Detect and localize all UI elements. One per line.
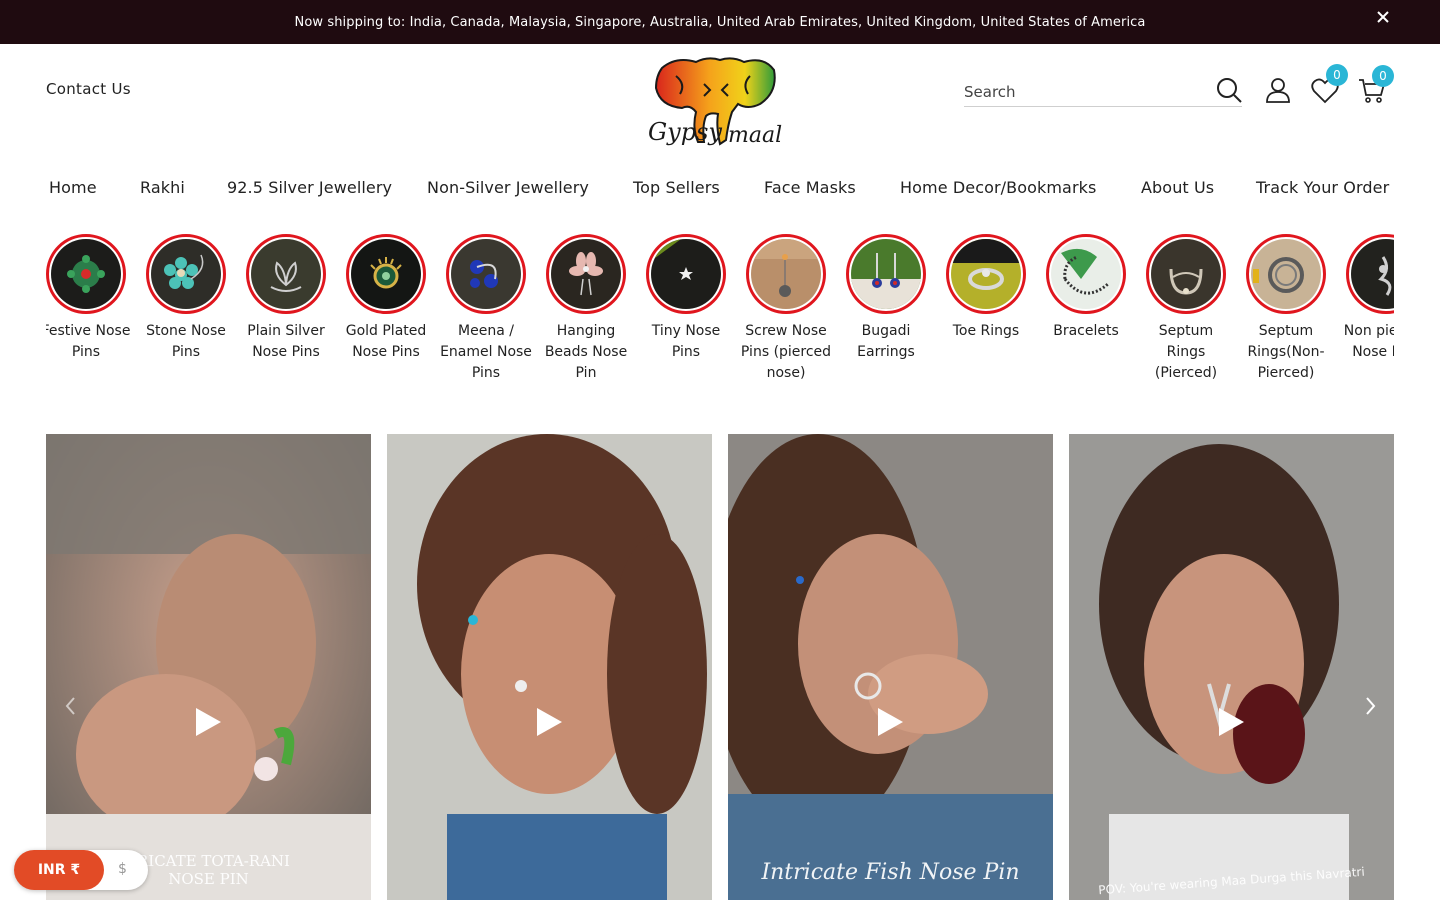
nav-item-about-us[interactable]: About Us <box>1141 178 1214 197</box>
nav-item-face-masks[interactable]: Face Masks <box>764 178 856 197</box>
video-card[interactable]: POV: You're wearing Maa Durga this Navra… <box>1069 434 1394 900</box>
category-screw-nose-pins[interactable]: Screw Nose Pins (pierced nose) <box>741 234 831 384</box>
category-meena-enamel-nose-pins[interactable]: Meena / Enamel Nose Pins <box>440 234 532 384</box>
currency-switcher: INR ₹ $ <box>14 850 148 890</box>
category-gold-plated-nose-pins[interactable]: Gold Plated Nose Pins <box>346 234 426 363</box>
currency-inr-button[interactable]: INR ₹ <box>14 850 104 890</box>
contact-us-link[interactable]: Contact Us <box>46 80 131 98</box>
play-icon[interactable] <box>193 706 223 738</box>
close-icon[interactable] <box>1376 10 1394 30</box>
svg-text:maal: maal <box>728 123 782 148</box>
currency-usd-button[interactable]: $ <box>118 861 127 877</box>
account-icon[interactable] <box>1264 76 1292 104</box>
announcement-bar: Now shipping to: India, Canada, Malaysia… <box>0 0 1440 44</box>
category-label: Stone Nose Pins <box>146 323 226 360</box>
category-festive-nose-pins[interactable]: Festive Nose Pins <box>46 234 130 363</box>
category-label: Festive Nose Pins <box>46 323 131 360</box>
category-label: Gold Plated Nose Pins <box>345 323 427 360</box>
video-card[interactable] <box>387 434 712 900</box>
category-stone-nose-pins[interactable]: Stone Nose Pins <box>146 234 226 363</box>
nav-item-home-decor[interactable]: Home Decor/Bookmarks <box>900 178 1096 197</box>
play-icon[interactable] <box>534 706 564 738</box>
category-carousel: Festive Nose Pins Stone Nose Pins Plain … <box>46 234 1394 414</box>
video-card[interactable]: TRICATE TOTA-RANI NOSE PIN <box>46 434 371 900</box>
wishlist-count-badge: 0 <box>1326 64 1348 86</box>
nav-item-silver-jewellery[interactable]: 92.5 Silver Jewellery <box>227 178 392 197</box>
nav-item-track-order[interactable]: Track Your Order <box>1256 178 1389 197</box>
category-label: Meena / Enamel Nose Pins <box>440 323 532 381</box>
category-toe-rings[interactable]: Toe Rings <box>946 234 1026 342</box>
category-label: Screw Nose Pins (pierced nose) <box>740 323 832 381</box>
logo[interactable]: Gypsy maal <box>646 54 782 158</box>
video-card[interactable]: Intricate Fish Nose Pin <box>728 434 1053 900</box>
category-bugadi-earrings[interactable]: Bugadi Earrings <box>846 234 926 363</box>
video-carousel: TRICATE TOTA-RANI NOSE PIN Intricate Fis… <box>46 434 1394 900</box>
category-septum-rings-non-pierced[interactable]: Septum Rings(Non-Pierced) <box>1246 234 1326 384</box>
search-icon[interactable] <box>1216 77 1242 103</box>
category-label: Bugadi Earrings <box>857 323 915 360</box>
video-caption: Intricate Fish Nose Pin <box>761 860 1020 885</box>
nav-item-rakhi[interactable]: Rakhi <box>140 178 185 197</box>
play-icon[interactable] <box>875 706 905 738</box>
category-septum-rings-pierced[interactable]: Septum Rings (Pierced) <box>1146 234 1226 384</box>
search-input[interactable]: Search <box>964 79 1216 101</box>
play-icon[interactable] <box>1216 706 1246 738</box>
category-label: Septum Rings (Pierced) <box>1154 323 1218 381</box>
category-tiny-nose-pins[interactable]: Tiny Nose Pins <box>646 234 726 363</box>
nav-item-non-silver-jewellery[interactable]: Non-Silver Jewellery <box>427 178 589 197</box>
category-label: Toe Rings <box>952 323 1020 339</box>
category-bracelets[interactable]: Bracelets <box>1046 234 1126 342</box>
category-hanging-beads-nose-pin[interactable]: Hanging Beads Nose Pin <box>545 234 627 384</box>
category-label: Hanging Beads Nose Pin <box>544 323 628 381</box>
category-label: Non pierced Nose Pins <box>1343 323 1394 360</box>
next-arrow-icon[interactable] <box>1361 694 1379 718</box>
category-plain-silver-nose-pins[interactable]: Plain Silver Nose Pins <box>246 234 326 363</box>
cart-count-badge: 0 <box>1372 65 1394 87</box>
nav-item-home[interactable]: Home <box>49 178 97 197</box>
category-label: Plain Silver Nose Pins <box>247 323 325 360</box>
main-nav: Home Rakhi 92.5 Silver Jewellery Non-Sil… <box>0 178 1440 204</box>
nav-item-top-sellers[interactable]: Top Sellers <box>633 178 720 197</box>
category-label: Bracelets <box>1053 323 1119 339</box>
category-non-pierced-nose-pins[interactable]: Non pierced Nose Pins <box>1344 234 1394 363</box>
prev-arrow-icon[interactable] <box>62 694 80 718</box>
search-bar[interactable]: Search <box>964 74 1242 107</box>
logo-text: Gypsy <box>648 118 722 146</box>
announcement-text: Now shipping to: India, Canada, Malaysia… <box>294 14 1146 30</box>
category-label: Septum Rings(Non-Pierced) <box>1247 323 1325 381</box>
category-label: Tiny Nose Pins <box>651 323 721 360</box>
